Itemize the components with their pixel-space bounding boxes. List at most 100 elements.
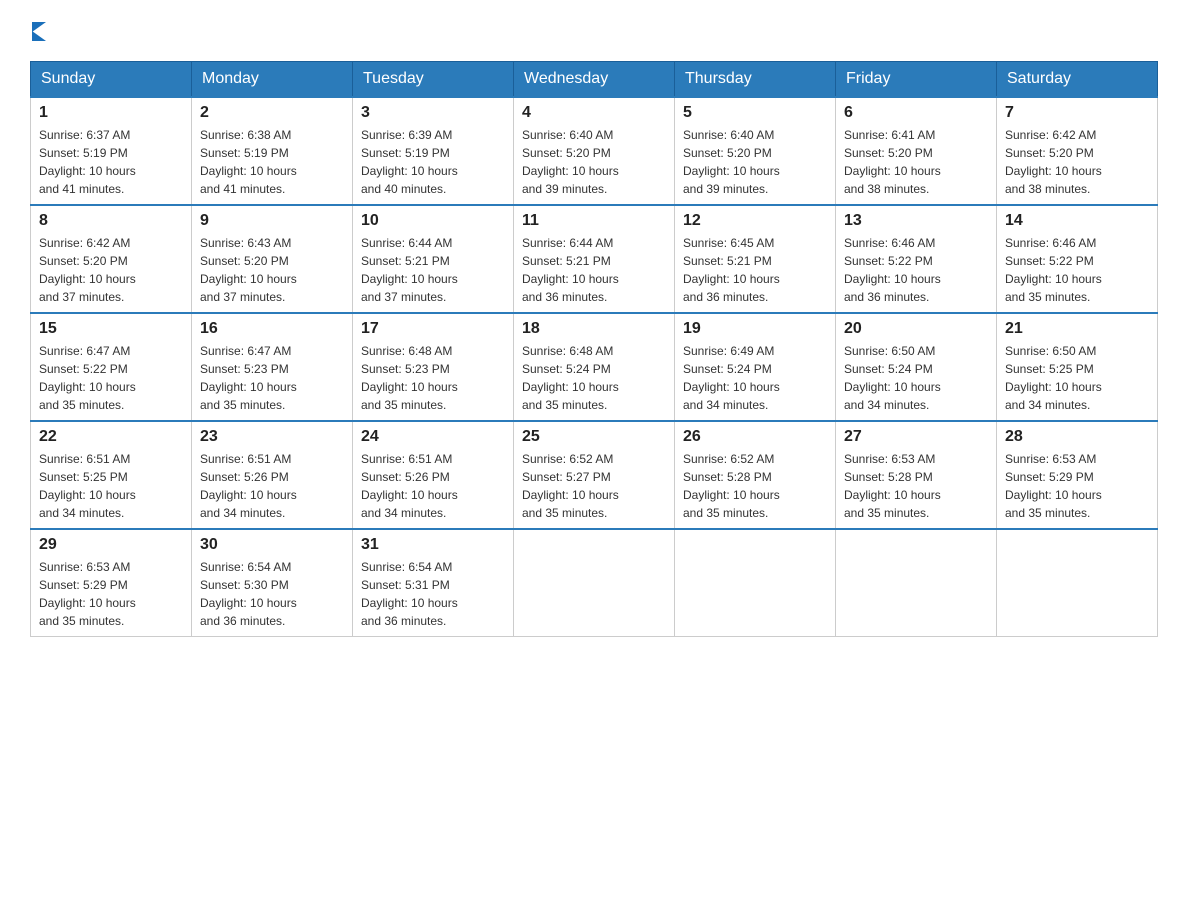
day-number: 4 <box>522 104 666 122</box>
calendar-day-cell: 14 Sunrise: 6:46 AMSunset: 5:22 PMDayligh… <box>997 205 1158 313</box>
calendar-day-cell: 17 Sunrise: 6:48 AMSunset: 5:23 PMDayligh… <box>353 313 514 421</box>
calendar-day-cell: 7Sunrise: 6:42 AMSunset: 5:20 PMDaylight… <box>997 97 1158 205</box>
day-number: 26 <box>683 428 827 446</box>
day-number: 24 <box>361 428 505 446</box>
calendar-table: SundayMondayTuesdayWednesdayThursdayFrid… <box>30 61 1158 637</box>
day-info: Sunrise: 6:51 AMSunset: 5:26 PMDaylight:… <box>361 450 505 522</box>
calendar-day-cell: 2 Sunrise: 6:38 AMSunset: 5:19 PMDaylight… <box>192 97 353 205</box>
day-number: 31 <box>361 536 505 554</box>
calendar-day-cell: 23 Sunrise: 6:51 AMSunset: 5:26 PMDayligh… <box>192 421 353 529</box>
calendar-day-cell <box>997 529 1158 637</box>
calendar-day-cell: 21Sunrise: 6:50 AMSunset: 5:25 PMDayligh… <box>997 313 1158 421</box>
calendar-day-cell: 22Sunrise: 6:51 AMSunset: 5:25 PMDayligh… <box>31 421 192 529</box>
day-info: Sunrise: 6:49 AMSunset: 5:24 PMDaylight:… <box>683 342 827 414</box>
weekday-header: Saturday <box>997 62 1158 98</box>
day-info: Sunrise: 6:53 AMSunset: 5:29 PMDaylight:… <box>39 558 183 630</box>
day-number: 6 <box>844 104 988 122</box>
day-info: Sunrise: 6:43 AMSunset: 5:20 PMDaylight:… <box>200 234 344 306</box>
day-info: Sunrise: 6:40 AMSunset: 5:20 PMDaylight:… <box>683 126 827 198</box>
calendar-day-cell: 11 Sunrise: 6:44 AMSunset: 5:21 PMDayligh… <box>514 205 675 313</box>
day-number: 30 <box>200 536 344 554</box>
calendar-week-row: 29 Sunrise: 6:53 AMSunset: 5:29 PMDayligh… <box>31 529 1158 637</box>
day-info: Sunrise: 6:48 AMSunset: 5:23 PMDaylight:… <box>361 342 505 414</box>
day-number: 7 <box>1005 104 1149 122</box>
calendar-header-row: SundayMondayTuesdayWednesdayThursdayFrid… <box>31 62 1158 98</box>
day-number: 9 <box>200 212 344 230</box>
calendar-week-row: 22Sunrise: 6:51 AMSunset: 5:25 PMDayligh… <box>31 421 1158 529</box>
day-number: 14 <box>1005 212 1149 230</box>
day-info: Sunrise: 6:42 AMSunset: 5:20 PMDaylight:… <box>39 234 183 306</box>
calendar-day-cell: 8 Sunrise: 6:42 AMSunset: 5:20 PMDaylight… <box>31 205 192 313</box>
day-info: Sunrise: 6:44 AMSunset: 5:21 PMDaylight:… <box>361 234 505 306</box>
day-number: 13 <box>844 212 988 230</box>
day-info: Sunrise: 6:45 AMSunset: 5:21 PMDaylight:… <box>683 234 827 306</box>
calendar-day-cell: 4 Sunrise: 6:40 AMSunset: 5:20 PMDaylight… <box>514 97 675 205</box>
calendar-day-cell: 15 Sunrise: 6:47 AMSunset: 5:22 PMDayligh… <box>31 313 192 421</box>
day-number: 25 <box>522 428 666 446</box>
calendar-day-cell: 5Sunrise: 6:40 AMSunset: 5:20 PMDaylight… <box>675 97 836 205</box>
calendar-week-row: 8 Sunrise: 6:42 AMSunset: 5:20 PMDaylight… <box>31 205 1158 313</box>
calendar-day-cell: 9 Sunrise: 6:43 AMSunset: 5:20 PMDaylight… <box>192 205 353 313</box>
calendar-week-row: 1 Sunrise: 6:37 AMSunset: 5:19 PMDaylight… <box>31 97 1158 205</box>
day-number: 16 <box>200 320 344 338</box>
day-number: 8 <box>39 212 183 230</box>
day-number: 15 <box>39 320 183 338</box>
day-number: 3 <box>361 104 505 122</box>
calendar-day-cell: 25 Sunrise: 6:52 AMSunset: 5:27 PMDayligh… <box>514 421 675 529</box>
day-number: 2 <box>200 104 344 122</box>
day-number: 28 <box>1005 428 1149 446</box>
logo <box>30 20 46 41</box>
day-info: Sunrise: 6:37 AMSunset: 5:19 PMDaylight:… <box>39 126 183 198</box>
weekday-header: Wednesday <box>514 62 675 98</box>
weekday-header: Sunday <box>31 62 192 98</box>
day-info: Sunrise: 6:47 AMSunset: 5:22 PMDaylight:… <box>39 342 183 414</box>
day-info: Sunrise: 6:52 AMSunset: 5:28 PMDaylight:… <box>683 450 827 522</box>
weekday-header: Thursday <box>675 62 836 98</box>
day-number: 27 <box>844 428 988 446</box>
day-number: 23 <box>200 428 344 446</box>
day-number: 29 <box>39 536 183 554</box>
calendar-week-row: 15 Sunrise: 6:47 AMSunset: 5:22 PMDayligh… <box>31 313 1158 421</box>
calendar-day-cell: 19Sunrise: 6:49 AMSunset: 5:24 PMDayligh… <box>675 313 836 421</box>
day-info: Sunrise: 6:50 AMSunset: 5:25 PMDaylight:… <box>1005 342 1149 414</box>
day-info: Sunrise: 6:48 AMSunset: 5:24 PMDaylight:… <box>522 342 666 414</box>
calendar-day-cell: 10 Sunrise: 6:44 AMSunset: 5:21 PMDayligh… <box>353 205 514 313</box>
day-info: Sunrise: 6:46 AMSunset: 5:22 PMDaylight:… <box>1005 234 1149 306</box>
calendar-day-cell <box>675 529 836 637</box>
day-info: Sunrise: 6:46 AMSunset: 5:22 PMDaylight:… <box>844 234 988 306</box>
day-info: Sunrise: 6:50 AMSunset: 5:24 PMDaylight:… <box>844 342 988 414</box>
day-info: Sunrise: 6:39 AMSunset: 5:19 PMDaylight:… <box>361 126 505 198</box>
day-number: 11 <box>522 212 666 230</box>
calendar-day-cell: 16 Sunrise: 6:47 AMSunset: 5:23 PMDayligh… <box>192 313 353 421</box>
calendar-day-cell: 18 Sunrise: 6:48 AMSunset: 5:24 PMDayligh… <box>514 313 675 421</box>
calendar-day-cell: 26 Sunrise: 6:52 AMSunset: 5:28 PMDayligh… <box>675 421 836 529</box>
day-info: Sunrise: 6:38 AMSunset: 5:19 PMDaylight:… <box>200 126 344 198</box>
calendar-day-cell: 13 Sunrise: 6:46 AMSunset: 5:22 PMDayligh… <box>836 205 997 313</box>
weekday-header: Friday <box>836 62 997 98</box>
calendar-day-cell: 30Sunrise: 6:54 AMSunset: 5:30 PMDayligh… <box>192 529 353 637</box>
day-number: 1 <box>39 104 183 122</box>
day-info: Sunrise: 6:53 AMSunset: 5:28 PMDaylight:… <box>844 450 988 522</box>
weekday-header: Tuesday <box>353 62 514 98</box>
calendar-day-cell: 12Sunrise: 6:45 AMSunset: 5:21 PMDayligh… <box>675 205 836 313</box>
day-number: 18 <box>522 320 666 338</box>
day-info: Sunrise: 6:51 AMSunset: 5:26 PMDaylight:… <box>200 450 344 522</box>
day-info: Sunrise: 6:52 AMSunset: 5:27 PMDaylight:… <box>522 450 666 522</box>
calendar-day-cell: 27 Sunrise: 6:53 AMSunset: 5:28 PMDayligh… <box>836 421 997 529</box>
day-info: Sunrise: 6:40 AMSunset: 5:20 PMDaylight:… <box>522 126 666 198</box>
calendar-day-cell: 1 Sunrise: 6:37 AMSunset: 5:19 PMDaylight… <box>31 97 192 205</box>
calendar-day-cell <box>836 529 997 637</box>
day-info: Sunrise: 6:44 AMSunset: 5:21 PMDaylight:… <box>522 234 666 306</box>
day-number: 20 <box>844 320 988 338</box>
day-number: 10 <box>361 212 505 230</box>
day-number: 17 <box>361 320 505 338</box>
calendar-day-cell: 6Sunrise: 6:41 AMSunset: 5:20 PMDaylight… <box>836 97 997 205</box>
calendar-day-cell: 24 Sunrise: 6:51 AMSunset: 5:26 PMDayligh… <box>353 421 514 529</box>
weekday-header: Monday <box>192 62 353 98</box>
calendar-day-cell: 29 Sunrise: 6:53 AMSunset: 5:29 PMDayligh… <box>31 529 192 637</box>
calendar-day-cell: 31Sunrise: 6:54 AMSunset: 5:31 PMDayligh… <box>353 529 514 637</box>
calendar-day-cell <box>514 529 675 637</box>
day-info: Sunrise: 6:47 AMSunset: 5:23 PMDaylight:… <box>200 342 344 414</box>
day-info: Sunrise: 6:53 AMSunset: 5:29 PMDaylight:… <box>1005 450 1149 522</box>
day-number: 22 <box>39 428 183 446</box>
